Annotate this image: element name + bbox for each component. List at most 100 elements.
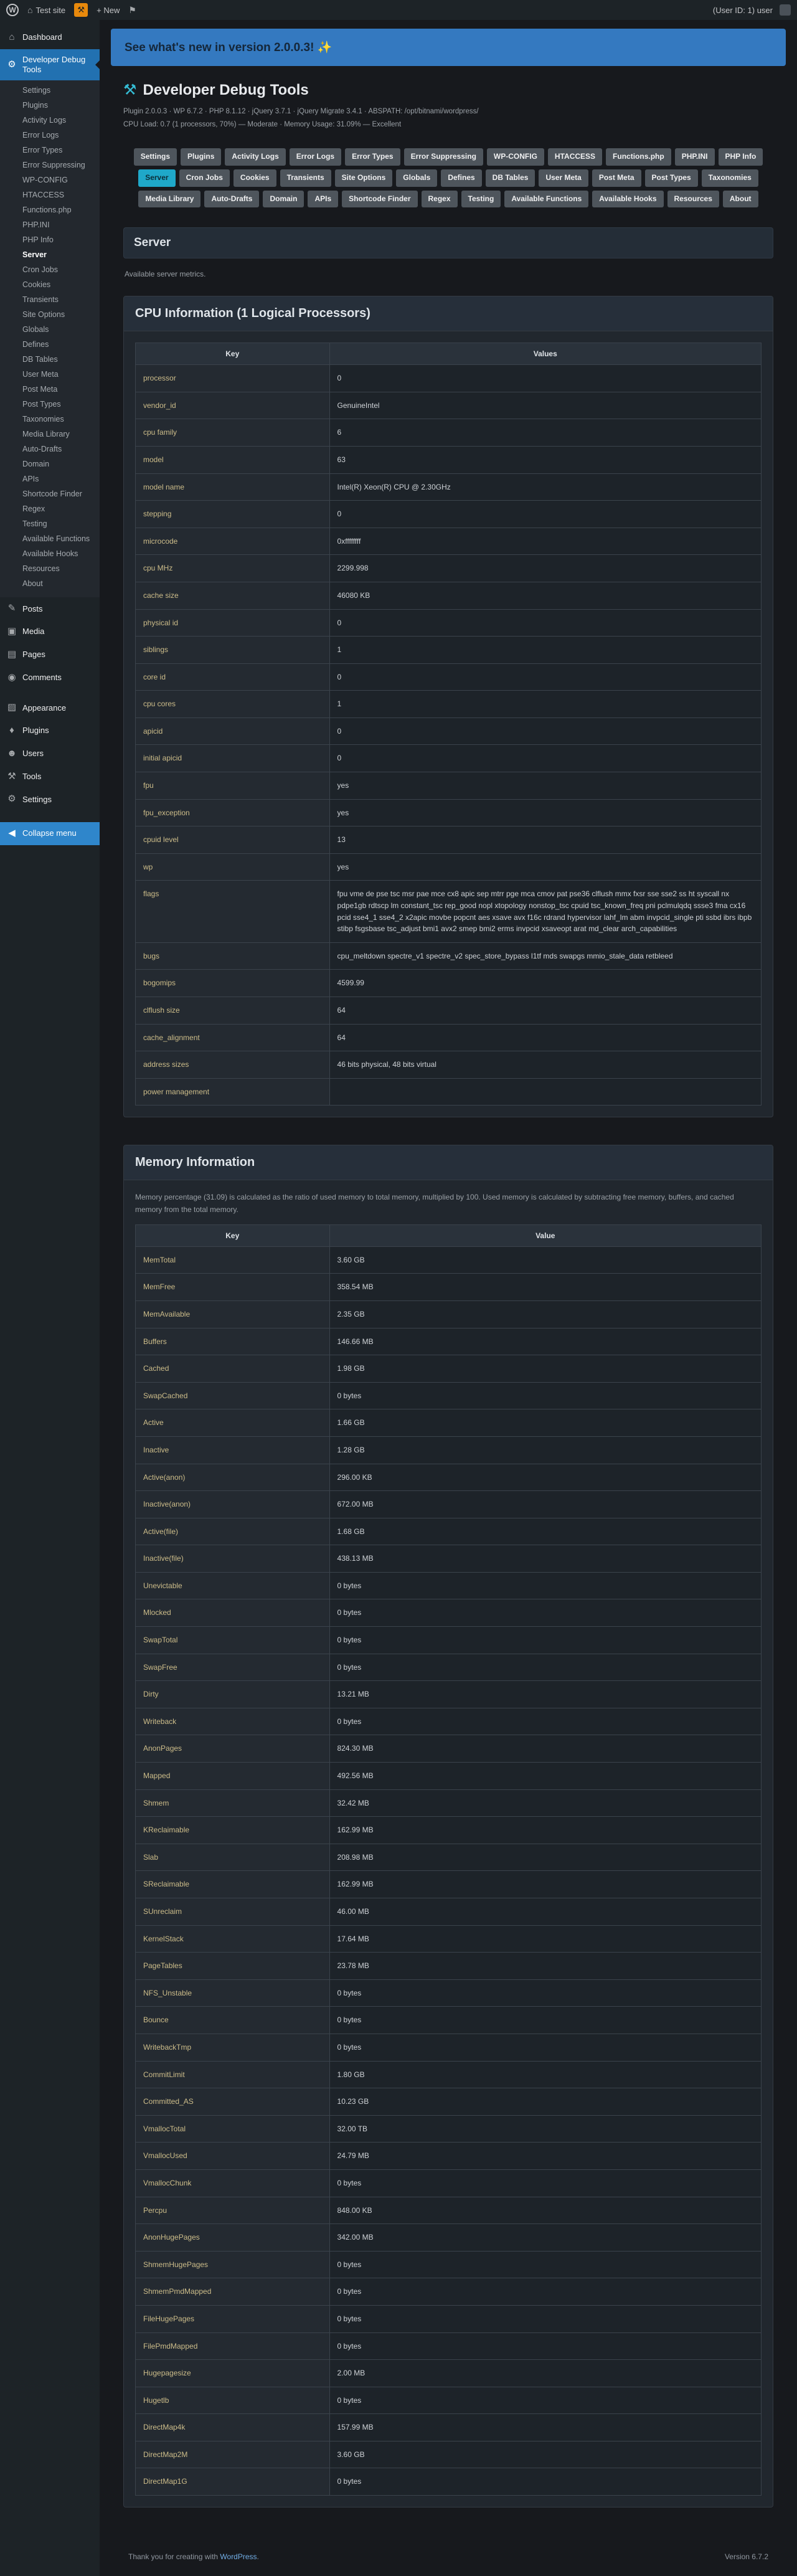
tab-post-meta[interactable]: Post Meta — [592, 169, 641, 187]
tab-cookies[interactable]: Cookies — [233, 169, 276, 187]
sidebar-subitem-shortcode-finder[interactable]: Shortcode Finder — [0, 486, 100, 501]
tab-testing[interactable]: Testing — [461, 191, 501, 208]
table-row: microcode0xffffffff — [136, 528, 762, 555]
tab-post-types[interactable]: Post Types — [645, 169, 698, 187]
sidebar-subitem-activity-logs[interactable]: Activity Logs — [0, 113, 100, 128]
tab-functions-php[interactable]: Functions.php — [606, 148, 671, 166]
tab-auto-drafts[interactable]: Auto-Drafts — [204, 191, 259, 208]
sidebar-subitem-php-info[interactable]: PHP Info — [0, 232, 100, 247]
tab-cron-jobs[interactable]: Cron Jobs — [179, 169, 230, 187]
sidebar-subitem-taxonomies[interactable]: Taxonomies — [0, 412, 100, 427]
tab-defines[interactable]: Defines — [441, 169, 481, 187]
sidebar-subitem-user-meta[interactable]: User Meta — [0, 367, 100, 382]
tab-htaccess[interactable]: HTACCESS — [548, 148, 602, 166]
tab-taxonomies[interactable]: Taxonomies — [702, 169, 758, 187]
wordpress-link[interactable]: WordPress — [220, 2552, 257, 2561]
row-value: 0 bytes — [329, 2468, 761, 2496]
tab-settings[interactable]: Settings — [134, 148, 177, 166]
sidebar-item-dashboard[interactable]: ⌂ Dashboard — [0, 26, 100, 49]
sidebar-subitem-plugins[interactable]: Plugins — [0, 98, 100, 113]
sidebar-subitem-available-functions[interactable]: Available Functions — [0, 531, 100, 546]
sidebar-item-plugins[interactable]: ♦Plugins — [0, 719, 100, 742]
tab-shortcode-finder[interactable]: Shortcode Finder — [342, 191, 417, 208]
row-key: DirectMap1G — [136, 2468, 330, 2496]
site-name-link[interactable]: ⌂ Test site — [27, 5, 65, 15]
sidebar-item-media[interactable]: ▣Media — [0, 620, 100, 643]
memory-panel-title: Memory Information — [124, 1145, 773, 1180]
account-menu[interactable]: (User ID: 1) user — [713, 4, 791, 16]
table-row: Mapped492.56 MB — [136, 1763, 762, 1790]
sidebar-subitem-functions-php[interactable]: Functions.php — [0, 202, 100, 217]
tab-site-options[interactable]: Site Options — [335, 169, 393, 187]
tab-wp-config[interactable]: WP-CONFIG — [487, 148, 544, 166]
sidebar-subitem-htaccess[interactable]: HTACCESS — [0, 187, 100, 202]
server-page-body: Server Available server metrics. CPU Inf… — [111, 227, 786, 2561]
sidebar-subitem-globals[interactable]: Globals — [0, 322, 100, 337]
tab-error-types[interactable]: Error Types — [345, 148, 400, 166]
sidebar-subitem-cron-jobs[interactable]: Cron Jobs — [0, 262, 100, 277]
sidebar-item-appearance[interactable]: ▨Appearance — [0, 696, 100, 719]
sidebar-item-users[interactable]: ☻Users — [0, 742, 100, 765]
table-row: Dirty13.21 MB — [136, 1681, 762, 1708]
tab-user-meta[interactable]: User Meta — [539, 169, 588, 187]
column-header-value: Value — [329, 1224, 761, 1246]
row-key: MemFree — [136, 1274, 330, 1301]
sidebar-subitem-server[interactable]: Server — [0, 247, 100, 262]
sidebar-item-tools[interactable]: ⚒Tools — [0, 765, 100, 788]
tab-php-info[interactable]: PHP Info — [719, 148, 763, 166]
tab-about[interactable]: About — [723, 191, 758, 208]
sidebar-subitem-auto-drafts[interactable]: Auto-Drafts — [0, 442, 100, 457]
sidebar-subitem-db-tables[interactable]: DB Tables — [0, 352, 100, 367]
sidebar-subitem-media-library[interactable]: Media Library — [0, 427, 100, 442]
sidebar-item-developer-debug-tools[interactable]: ⚙ Developer Debug Tools — [0, 49, 100, 81]
row-value: yes — [329, 799, 761, 826]
sidebar-subitem-post-meta[interactable]: Post Meta — [0, 382, 100, 397]
row-value: 0 bytes — [329, 2305, 761, 2332]
sidebar-subitem-resources[interactable]: Resources — [0, 561, 100, 576]
tab-transients[interactable]: Transients — [280, 169, 331, 187]
sidebar-subitem-available-hooks[interactable]: Available Hooks — [0, 546, 100, 561]
tab-db-tables[interactable]: DB Tables — [486, 169, 535, 187]
sidebar-item-comments[interactable]: ◉Comments — [0, 666, 100, 689]
sidebar-subitem-defines[interactable]: Defines — [0, 337, 100, 352]
new-content-button[interactable]: + New — [97, 6, 120, 15]
sidebar-subitem-regex[interactable]: Regex — [0, 501, 100, 516]
tab-php-ini[interactable]: PHP.INI — [675, 148, 715, 166]
sidebar-subitem-domain[interactable]: Domain — [0, 457, 100, 471]
sidebar-subitem-error-logs[interactable]: Error Logs — [0, 128, 100, 143]
sidebar-subitem-cookies[interactable]: Cookies — [0, 277, 100, 292]
sidebar-item-posts[interactable]: ✎Posts — [0, 597, 100, 620]
whats-new-banner[interactable]: See what's new in version 2.0.0.3! ✨ — [111, 29, 786, 66]
sidebar-subitem-post-types[interactable]: Post Types — [0, 397, 100, 412]
tab-error-logs[interactable]: Error Logs — [290, 148, 341, 166]
tab-server[interactable]: Server — [138, 169, 175, 187]
sidebar-subitem-settings[interactable]: Settings — [0, 83, 100, 98]
sidebar-subitem-about[interactable]: About — [0, 576, 100, 591]
comments-flag-icon[interactable]: ⚑ — [128, 5, 136, 16]
sidebar-subitem-error-types[interactable]: Error Types — [0, 143, 100, 158]
table-row: cpu MHz2299.998 — [136, 555, 762, 582]
tab-apis[interactable]: APIs — [308, 191, 338, 208]
tab-activity-logs[interactable]: Activity Logs — [225, 148, 285, 166]
sidebar-subitem-wp-config[interactable]: WP-CONFIG — [0, 173, 100, 187]
tab-available-hooks[interactable]: Available Hooks — [592, 191, 663, 208]
tab-regex[interactable]: Regex — [422, 191, 458, 208]
wordpress-logo[interactable]: W — [6, 4, 19, 16]
sidebar-subitem-php-ini[interactable]: PHP.INI — [0, 217, 100, 232]
tab-plugins[interactable]: Plugins — [181, 148, 221, 166]
sidebar-subitem-apis[interactable]: APIs — [0, 471, 100, 486]
tab-available-functions[interactable]: Available Functions — [504, 191, 588, 208]
tab-domain[interactable]: Domain — [263, 191, 304, 208]
sidebar-subitem-transients[interactable]: Transients — [0, 292, 100, 307]
tab-media-library[interactable]: Media Library — [138, 191, 200, 208]
sidebar-item-pages[interactable]: ▤Pages — [0, 643, 100, 666]
sidebar-subitem-testing[interactable]: Testing — [0, 516, 100, 531]
tab-resources[interactable]: Resources — [667, 191, 719, 208]
collapse-menu-button[interactable]: ◀ Collapse menu — [0, 822, 100, 845]
sidebar-subitem-site-options[interactable]: Site Options — [0, 307, 100, 322]
tab-error-suppressing[interactable]: Error Suppressing — [404, 148, 483, 166]
debug-tools-admin-icon[interactable]: ⚒ — [74, 3, 88, 17]
tab-globals[interactable]: Globals — [396, 169, 437, 187]
sidebar-item-settings[interactable]: ⚙Settings — [0, 788, 100, 811]
sidebar-subitem-error-suppressing[interactable]: Error Suppressing — [0, 158, 100, 173]
